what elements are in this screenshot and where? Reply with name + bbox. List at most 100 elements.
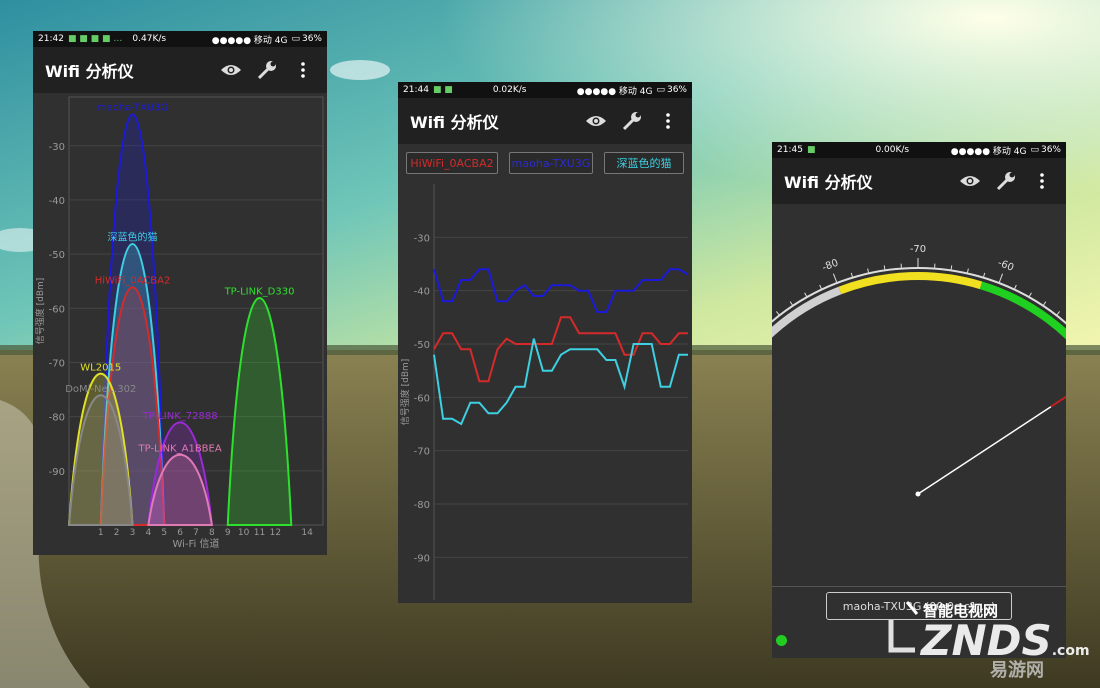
y-tick-label: -60 <box>49 304 65 315</box>
overflow-menu-icon[interactable] <box>291 58 315 82</box>
x-tick-label: 9 <box>225 528 231 538</box>
watermark-cn-sub: 易游网 <box>990 660 1044 681</box>
app-bar: Wifi 分析仪 <box>33 47 327 93</box>
x-tick-label: 7 <box>193 528 199 538</box>
gauge-zone <box>979 281 1066 340</box>
y-tick-label: -40 <box>49 196 65 207</box>
overflow-menu-icon[interactable] <box>656 109 680 133</box>
watermark: 智能电视网 ZNDS.com 易游网 <box>885 596 1090 684</box>
notification-icons: ■ ■ <box>432 85 453 95</box>
network-label: 深蓝色的猫 <box>108 230 158 243</box>
gauge-needle <box>917 406 1052 495</box>
gauge-zone <box>838 272 983 295</box>
app-title: Wifi 分析仪 <box>45 62 134 81</box>
screen-channel-graph: 21:42 ■ ■ ■ ■ … 0.47K/s ●●●●● 移动 4G ▭ 36… <box>33 31 327 555</box>
y-axis-title: 信号强度 [dBm] <box>399 359 411 426</box>
gauge-tick <box>832 273 838 284</box>
eye-icon[interactable] <box>584 109 608 133</box>
status-speed: 0.02K/s <box>492 85 527 95</box>
y-tick-label: -70 <box>414 447 430 458</box>
gauge-needle-tip <box>1050 395 1066 408</box>
divider <box>772 586 1066 587</box>
signal-curve <box>226 297 293 526</box>
screen-time-graph: 21:44 ■ ■ 0.02K/s ●●●●● 移动 4G ▭ 36% Wifi… <box>398 82 692 603</box>
x-tick-label: 1 <box>98 528 104 538</box>
status-carrier: ●●●●● 移动 4G <box>211 35 288 46</box>
network-chip-maoha[interactable]: maoha-TXU3G <box>509 152 593 174</box>
battery-icon: ▭ <box>656 85 665 95</box>
network-label: TP-LINK_72888 <box>142 411 218 422</box>
x-axis-title: Wi-Fi 信道 <box>172 537 219 550</box>
x-tick-label: 12 <box>270 528 281 538</box>
status-bar: 21:44 ■ ■ 0.02K/s ●●●●● 移动 4G ▭ 36% <box>398 82 692 98</box>
signal-gauge: -100-90-80-70-60-50-40dBm <box>772 244 1066 497</box>
eye-icon[interactable] <box>219 58 243 82</box>
watermark-brand-suffix: .com <box>1051 643 1090 659</box>
x-tick-label: 11 <box>254 528 265 538</box>
network-chip-hiwifi[interactable]: HiWiFi_0ACBA2 <box>406 152 498 174</box>
status-speed: 0.47K/s <box>132 34 167 44</box>
status-time: 21:42 <box>38 34 64 44</box>
time-graph-chart: -30 -40 -50 -60 -70 -80 -90 信号强度 [dBm] <box>399 184 689 600</box>
status-battery: 36% <box>1040 145 1061 155</box>
network-label: maoha-TXU3G <box>97 102 169 113</box>
notification-icons: ■ <box>806 145 816 155</box>
status-battery: 36% <box>666 85 687 95</box>
x-tick-label: 10 <box>238 528 250 538</box>
y-tick-label: -50 <box>414 340 430 351</box>
gauge-tick <box>776 311 780 316</box>
status-carrier: ●●●●● 移动 4G <box>576 86 653 97</box>
x-tick-label: 5 <box>161 528 167 538</box>
x-tick-label: 14 <box>301 528 313 538</box>
y-tick-label: -30 <box>49 142 65 153</box>
channel-chart: -30-40-50-60-70-80-901 2 3 4 5 6 7 8 9 10 11 12 14Wi… <box>34 96 324 550</box>
y-tick-label: -80 <box>49 413 65 424</box>
network-label: HiWiFi_0ACBA2 <box>95 276 171 287</box>
network-label: WL2015 <box>80 362 121 373</box>
status-carrier: ●●●●● 移动 4G <box>950 146 1027 157</box>
eye-icon[interactable] <box>958 169 982 193</box>
series-line <box>433 316 688 383</box>
wrench-icon[interactable] <box>255 58 279 82</box>
series-line <box>433 338 688 426</box>
y-tick-label: -90 <box>414 553 430 564</box>
app-title: Wifi 分析仪 <box>410 113 499 132</box>
y-tick-label: -80 <box>414 500 430 511</box>
x-tick-label: 8 <box>209 528 215 538</box>
tv-logo-icon <box>888 601 919 653</box>
y-tick-label: -30 <box>414 233 430 244</box>
y-tick-label: -90 <box>49 467 65 478</box>
app-title: Wifi 分析仪 <box>784 173 873 192</box>
gauge-label: -80 <box>821 258 840 274</box>
network-label: TP-LINK_D330 <box>224 286 295 297</box>
network-label: TP-LINK_A1BBEA <box>138 444 222 455</box>
gauge-tick <box>804 292 808 298</box>
y-axis-title: 信号强度 [dBm] <box>34 278 46 345</box>
network-label: DoMi-Ne...302 <box>65 384 136 395</box>
gauge-outer-arc <box>772 266 1066 325</box>
y-tick-label: -70 <box>49 358 65 369</box>
gauge-label: -70 <box>910 244 926 255</box>
wrench-icon[interactable] <box>620 109 644 133</box>
status-speed: 0.00K/s <box>875 145 910 155</box>
gauge-zone <box>772 286 842 338</box>
gauge-tick <box>789 301 794 307</box>
gauge-tick <box>1056 311 1060 316</box>
y-tick-label: -40 <box>414 287 430 298</box>
overflow-menu-icon[interactable] <box>1030 169 1054 193</box>
status-time: 21:45 <box>777 145 803 155</box>
x-tick-label: 2 <box>114 528 120 538</box>
status-battery: 36% <box>301 34 322 44</box>
battery-icon: ▭ <box>291 34 300 44</box>
network-chip-deepblue-cat[interactable]: 深蓝色的猫 <box>604 152 684 174</box>
y-tick-label: -50 <box>49 250 65 261</box>
gauge-tick <box>998 273 1004 284</box>
gauge-pivot <box>915 491 921 497</box>
x-tick-label: 4 <box>146 528 152 538</box>
gauge-tick <box>1042 301 1047 307</box>
wrench-icon[interactable] <box>994 169 1018 193</box>
status-time: 21:44 <box>403 85 429 95</box>
x-tick-label: 6 <box>177 528 183 538</box>
x-tick-label: 3 <box>130 528 136 538</box>
status-dot <box>776 635 787 646</box>
